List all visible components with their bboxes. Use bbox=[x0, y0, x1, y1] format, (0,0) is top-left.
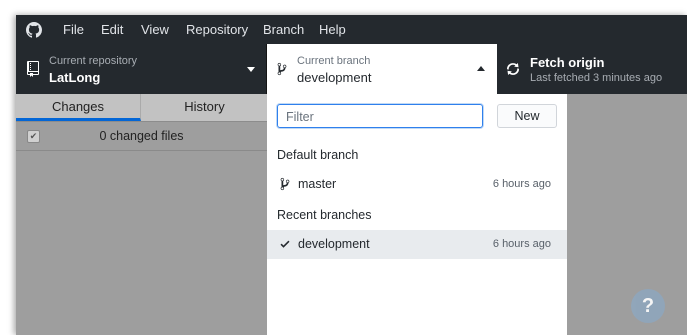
help-icon[interactable]: ? bbox=[631, 289, 665, 323]
branch-name: development bbox=[298, 237, 370, 251]
tab-changes[interactable]: Changes bbox=[16, 94, 141, 121]
toolbar: Current repository LatLong Current branc… bbox=[16, 44, 687, 94]
repository-name: LatLong bbox=[49, 70, 101, 85]
branch-selector[interactable]: Current branch development bbox=[267, 44, 497, 94]
menu-view[interactable]: View bbox=[141, 15, 169, 44]
changed-files-count: 0 changed files bbox=[99, 129, 184, 143]
branch-icon bbox=[280, 177, 290, 191]
branch-label: Current branch bbox=[297, 55, 371, 67]
repository-label: Current repository bbox=[49, 55, 138, 67]
tab-history[interactable]: History bbox=[142, 94, 267, 121]
branch-name: master bbox=[298, 177, 337, 191]
menu-help[interactable]: Help bbox=[319, 15, 346, 44]
changes-list bbox=[16, 151, 268, 335]
menu-repository[interactable]: Repository bbox=[186, 15, 248, 44]
new-branch-button[interactable]: New bbox=[497, 104, 557, 128]
menu-file[interactable]: File bbox=[63, 15, 84, 44]
last-fetched-text: Last fetched 3 minutes ago bbox=[530, 72, 663, 84]
default-branch-header: Default branch bbox=[277, 148, 359, 162]
branch-item-development[interactable]: development 6 hours ago bbox=[267, 230, 567, 259]
branch-filter-field[interactable] bbox=[277, 104, 483, 128]
repository-selector[interactable]: Current repository LatLong bbox=[16, 44, 267, 94]
branch-time: 6 hours ago bbox=[492, 178, 551, 190]
app-window: File Edit View Repository Branch Help Cu… bbox=[16, 15, 687, 335]
fetch-origin-title: Fetch origin bbox=[530, 55, 605, 70]
main-pane bbox=[567, 94, 687, 335]
branch-dropdown: New Default branch master 6 hours ago Re… bbox=[267, 94, 567, 335]
check-icon bbox=[280, 240, 290, 248]
chevron-up-icon bbox=[477, 66, 485, 71]
menu-bar: File Edit View Repository Branch Help bbox=[16, 15, 687, 44]
changes-header: ✔ 0 changed files bbox=[16, 122, 267, 151]
github-icon[interactable] bbox=[26, 22, 42, 38]
repo-icon bbox=[27, 61, 39, 77]
fetch-origin-button[interactable]: Fetch origin Last fetched 3 minutes ago bbox=[498, 44, 687, 94]
sync-icon bbox=[507, 63, 519, 75]
chevron-down-icon bbox=[247, 67, 255, 72]
branch-time: 6 hours ago bbox=[492, 238, 551, 250]
recent-branches-header: Recent branches bbox=[277, 208, 372, 222]
tab-bar: Changes History bbox=[16, 94, 267, 122]
branch-filter-input[interactable] bbox=[284, 106, 478, 128]
menu-branch[interactable]: Branch bbox=[263, 15, 304, 44]
branch-icon bbox=[277, 62, 287, 76]
branch-item-master[interactable]: master 6 hours ago bbox=[267, 170, 567, 199]
menu-edit[interactable]: Edit bbox=[101, 15, 123, 44]
current-branch-name: development bbox=[297, 70, 372, 85]
